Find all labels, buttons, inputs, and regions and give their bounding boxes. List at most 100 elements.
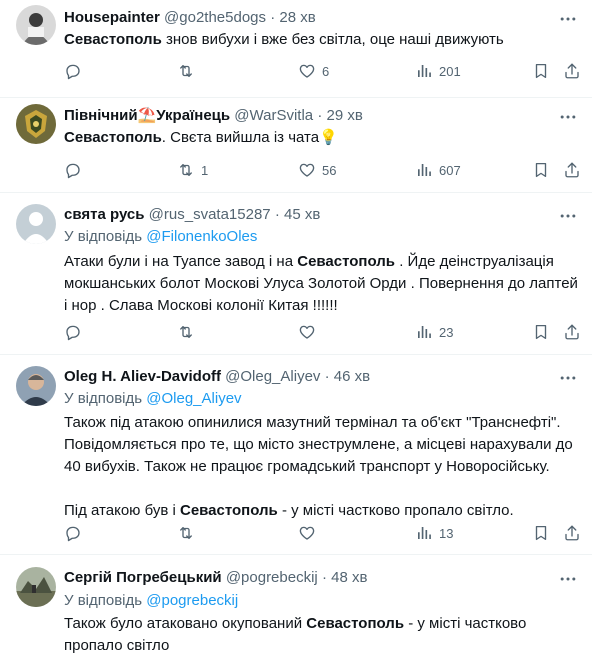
share-button[interactable] bbox=[563, 523, 581, 543]
views-button[interactable]: 607 bbox=[415, 160, 461, 180]
retweet-count: 1 bbox=[201, 162, 209, 178]
view-count: 201 bbox=[439, 63, 461, 79]
avatar[interactable] bbox=[16, 204, 56, 244]
hashtag-keyword: Севастополь bbox=[64, 31, 162, 48]
author-handle[interactable]: @WarSvitla bbox=[234, 107, 313, 124]
author-name[interactable]: Housepainter bbox=[64, 9, 160, 26]
author-handle[interactable]: @pogrebeckij bbox=[226, 569, 318, 586]
reply-to-link[interactable]: @Oleg_Aliyev bbox=[146, 390, 241, 407]
more-icon[interactable] bbox=[558, 206, 578, 226]
tweet[interactable]: Oleg H. Aliev-Davidoff @Oleg_Aliyev · 46… bbox=[0, 355, 592, 555]
views-icon bbox=[415, 323, 433, 341]
like-button[interactable] bbox=[298, 523, 322, 543]
reply-prefix: У відповідь bbox=[64, 228, 147, 245]
retweet-icon bbox=[177, 323, 195, 341]
hashtag-keyword: Севастополь bbox=[64, 129, 162, 146]
bookmark-button[interactable] bbox=[532, 61, 550, 81]
like-icon bbox=[298, 62, 316, 80]
author-name[interactable]: свята русь bbox=[64, 206, 144, 223]
view-count: 13 bbox=[439, 525, 454, 541]
retweet-icon bbox=[177, 62, 195, 80]
tweet[interactable]: Північний⛱️Українець @WarSvitla · 29 хв … bbox=[0, 98, 592, 193]
reply-icon bbox=[64, 62, 82, 80]
avatar[interactable] bbox=[16, 366, 56, 406]
more-icon[interactable] bbox=[558, 569, 578, 589]
author-name[interactable]: Сергій Погребецький bbox=[64, 569, 222, 586]
tweet-text: Також під атакою опинилися мазутний терм… bbox=[64, 414, 573, 519]
separator-dot: · bbox=[270, 9, 276, 26]
author-handle[interactable]: @rus_svata15287 bbox=[149, 206, 271, 223]
reply-context: У відповідь @Oleg_Aliyev bbox=[64, 389, 242, 409]
share-icon bbox=[563, 323, 581, 341]
author-handle[interactable]: @go2the5dogs bbox=[164, 9, 266, 26]
hashtag-keyword: Севастополь bbox=[297, 253, 396, 270]
tweet[interactable]: Housepainter @go2the5dogs · 28 хв Севаст… bbox=[0, 0, 592, 98]
reply-button[interactable] bbox=[64, 160, 88, 180]
reply-button[interactable] bbox=[64, 322, 88, 342]
reply-prefix: У відповідь bbox=[64, 390, 147, 407]
share-icon bbox=[563, 62, 581, 80]
reply-icon bbox=[64, 323, 82, 341]
avatar[interactable] bbox=[16, 5, 56, 45]
author-name[interactable]: Oleg H. Aliev-Davidoff bbox=[64, 368, 221, 385]
reply-prefix: У відповідь bbox=[64, 592, 147, 609]
bookmark-icon bbox=[532, 524, 550, 542]
avatar[interactable] bbox=[16, 567, 56, 607]
timestamp[interactable]: 29 хв bbox=[327, 107, 363, 124]
author-handle[interactable]: @Oleg_Aliyev bbox=[225, 368, 320, 385]
share-button[interactable] bbox=[563, 61, 581, 81]
timestamp[interactable]: 48 хв bbox=[331, 569, 367, 586]
more-icon[interactable] bbox=[558, 107, 578, 127]
avatar[interactable] bbox=[16, 104, 56, 144]
share-icon bbox=[563, 524, 581, 542]
tweet-text: Атаки були і на Туапсе завод і на Севаст… bbox=[64, 253, 578, 314]
separator-dot: · bbox=[324, 368, 330, 385]
bookmark-button[interactable] bbox=[532, 322, 550, 342]
views-icon bbox=[415, 62, 433, 80]
reply-to-link[interactable]: @pogrebeckij bbox=[146, 592, 238, 609]
retweet-icon bbox=[177, 161, 195, 179]
more-icon[interactable] bbox=[558, 368, 578, 388]
like-button[interactable]: 56 bbox=[298, 160, 336, 180]
like-icon bbox=[298, 161, 316, 179]
views-icon bbox=[415, 161, 433, 179]
timestamp[interactable]: 46 хв bbox=[334, 368, 370, 385]
retweet-icon bbox=[177, 524, 195, 542]
bookmark-icon bbox=[532, 62, 550, 80]
share-button[interactable] bbox=[563, 160, 581, 180]
views-button[interactable]: 13 bbox=[415, 523, 453, 543]
reply-to-link[interactable]: @FilonenkoOles bbox=[146, 228, 257, 245]
retweet-button[interactable]: 1 bbox=[177, 160, 208, 180]
more-icon[interactable] bbox=[558, 9, 578, 29]
retweet-button[interactable] bbox=[177, 322, 201, 342]
retweet-button[interactable] bbox=[177, 523, 201, 543]
reply-icon bbox=[64, 161, 82, 179]
separator-dot: · bbox=[274, 206, 280, 223]
author-name[interactable]: Північний⛱️Українець bbox=[64, 107, 230, 124]
bookmark-button[interactable] bbox=[532, 523, 550, 543]
retweet-button[interactable] bbox=[177, 61, 201, 81]
like-button[interactable] bbox=[298, 322, 322, 342]
share-icon bbox=[563, 161, 581, 179]
reply-button[interactable] bbox=[64, 61, 88, 81]
timestamp[interactable]: 28 хв bbox=[279, 9, 315, 26]
tweet-text: Також було атаковано окупований Севастоп… bbox=[64, 615, 527, 654]
bookmark-button[interactable] bbox=[532, 160, 550, 180]
view-count: 607 bbox=[439, 162, 461, 178]
reply-icon bbox=[64, 524, 82, 542]
hashtag-keyword: Севастополь bbox=[179, 502, 278, 519]
reply-button[interactable] bbox=[64, 523, 88, 543]
views-button[interactable]: 201 bbox=[415, 61, 461, 81]
views-button[interactable]: 23 bbox=[415, 322, 453, 342]
like-count: 56 bbox=[322, 162, 337, 178]
like-button[interactable]: 6 bbox=[298, 61, 329, 81]
tweet[interactable]: свята русь @rus_svata15287 · 45 хв У від… bbox=[0, 193, 592, 355]
share-button[interactable] bbox=[563, 322, 581, 342]
tweet[interactable]: Сергій Погребецький @pogrebeckij · 48 хв… bbox=[0, 555, 592, 657]
bookmark-icon bbox=[532, 323, 550, 341]
like-count: 6 bbox=[322, 63, 330, 79]
bookmark-icon bbox=[532, 161, 550, 179]
reply-context: У відповідь @FilonenkoOles bbox=[64, 227, 257, 247]
timestamp[interactable]: 45 хв bbox=[284, 206, 320, 223]
tweet-text: Севастополь. Свєта вийшла із чата💡 bbox=[64, 129, 338, 146]
